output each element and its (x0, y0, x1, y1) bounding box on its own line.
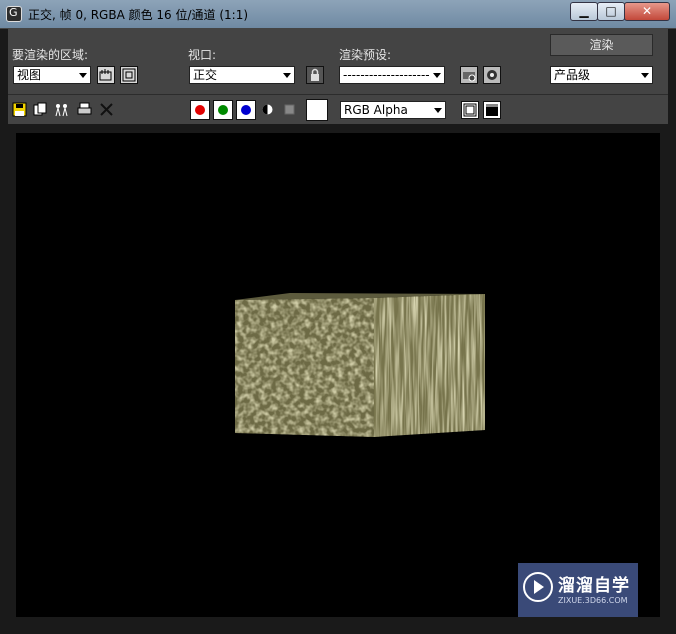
channel-dropdown-value: RGB Alpha (344, 103, 408, 117)
toolbar-divider (8, 94, 668, 95)
channel-dropdown[interactable]: RGB Alpha (340, 101, 446, 119)
copy-icon[interactable] (33, 102, 48, 117)
chevron-down-icon (283, 73, 291, 78)
clear-icon[interactable] (99, 102, 114, 117)
quality-dropdown-value: 产品级 (554, 68, 591, 82)
display-toggle-icon[interactable] (461, 101, 479, 119)
chevron-down-icon (433, 73, 441, 78)
chevron-down-icon (79, 73, 87, 78)
save-icon[interactable] (12, 102, 27, 117)
watermark-title: 溜溜自学 (558, 576, 630, 596)
chevron-down-icon (434, 108, 442, 113)
preset-label: 渲染预设: (339, 48, 392, 62)
clear-color-icon[interactable] (282, 102, 297, 117)
cube-side-texture (374, 294, 485, 437)
play-logo-icon (523, 572, 553, 602)
window-toggle-icon[interactable] (483, 101, 501, 119)
maximize-button[interactable]: □ (597, 2, 625, 21)
viewport-label: 视口: (188, 48, 217, 62)
render-viewport[interactable] (16, 133, 660, 617)
area-dropdown-value: 视图 (17, 68, 42, 82)
monochrome-icon[interactable] (260, 102, 275, 117)
app-logo-icon (6, 6, 22, 22)
render-button[interactable]: 渲染 (550, 34, 653, 56)
lock-icon[interactable] (306, 66, 324, 84)
area-label: 要渲染的区域: (12, 48, 89, 62)
quality-dropdown[interactable]: 产品级 (550, 66, 653, 84)
region-select-icon[interactable] (97, 66, 115, 84)
render-controls-panel: 要渲染的区域: 视口: 渲染预设: 视图 正交 ----------------… (8, 28, 668, 124)
watermark-url: ZIXUE.3D66.COM (558, 596, 628, 605)
environment-setup-icon[interactable] (460, 66, 478, 84)
area-dropdown[interactable]: 视图 (13, 66, 91, 84)
teapot-icon[interactable] (483, 66, 501, 84)
green-channel-icon[interactable] (213, 100, 233, 120)
render-frame-window: 正交, 帧 0, RGBA 颜色 16 位/通道 (1:1) ▁ □ ✕ 要渲染… (0, 0, 676, 634)
rendered-cube (235, 293, 485, 437)
chevron-down-icon (641, 73, 649, 78)
cube-front-texture (235, 298, 374, 437)
close-button[interactable]: ✕ (624, 2, 670, 21)
preset-dropdown[interactable]: -------------------- (339, 66, 445, 84)
preset-dropdown-value: -------------------- (343, 68, 430, 82)
region-crop-icon[interactable] (120, 66, 138, 84)
clone-icon[interactable] (54, 102, 69, 117)
viewport-dropdown[interactable]: 正交 (189, 66, 295, 84)
print-icon[interactable] (77, 102, 92, 117)
title-bar[interactable]: 正交, 帧 0, RGBA 颜色 16 位/通道 (1:1) ▁ □ ✕ (0, 0, 676, 29)
window-title: 正交, 帧 0, RGBA 颜色 16 位/通道 (1:1) (28, 8, 249, 22)
red-channel-icon[interactable] (190, 100, 210, 120)
viewport-dropdown-value: 正交 (193, 68, 218, 82)
color-swatch[interactable] (306, 99, 328, 121)
minimize-button[interactable]: ▁ (570, 2, 598, 21)
blue-channel-icon[interactable] (236, 100, 256, 120)
watermark: 溜溜自学 ZIXUE.3D66.COM (518, 563, 638, 617)
